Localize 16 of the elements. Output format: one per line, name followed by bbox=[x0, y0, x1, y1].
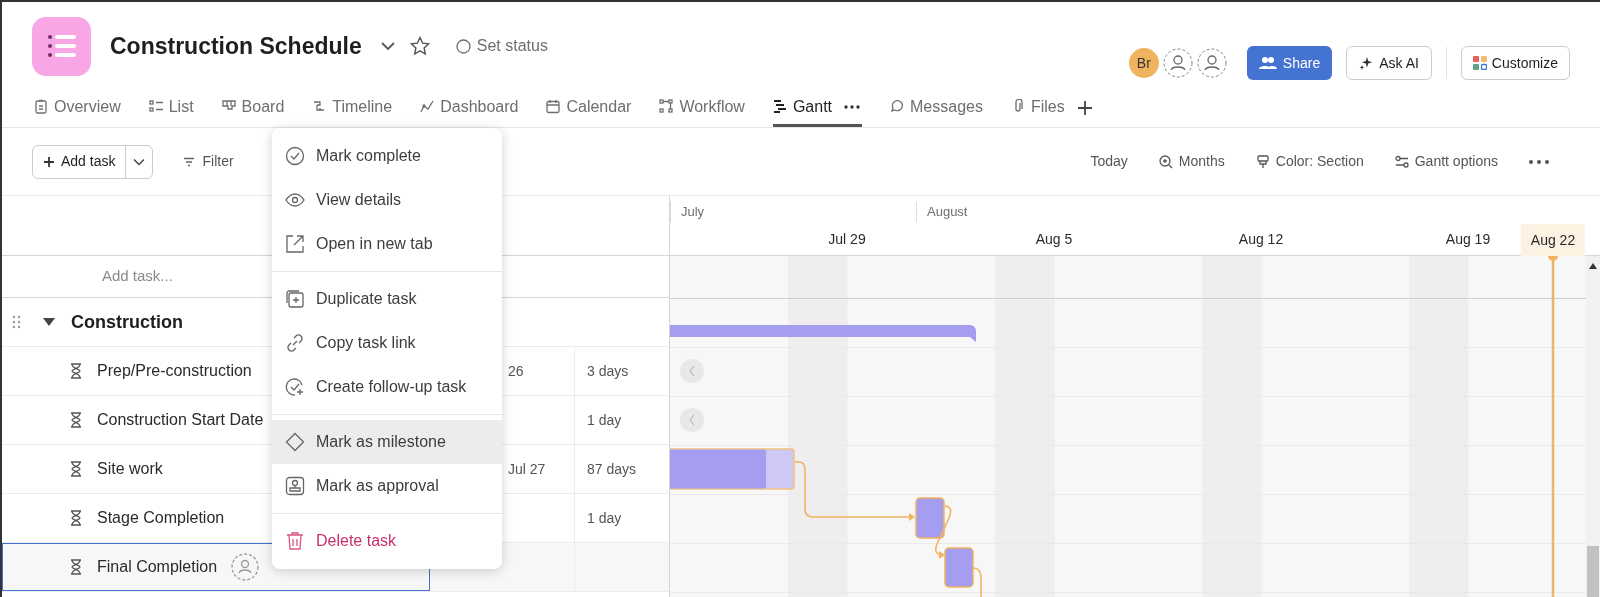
section-title: Construction bbox=[71, 310, 183, 334]
week-label: Jul 29 bbox=[828, 230, 866, 249]
date-cell-text: Jul 27 bbox=[508, 459, 546, 479]
duration-cell-text: 87 days bbox=[587, 459, 637, 479]
week-label: Aug 12 bbox=[1238, 230, 1284, 249]
duration-cell-text: 1 day bbox=[587, 508, 622, 528]
today-label: Aug 22 bbox=[1520, 224, 1586, 256]
week-label: Aug 19 bbox=[1445, 230, 1491, 249]
week-label: Aug 5 bbox=[1035, 230, 1073, 249]
month-label: July bbox=[670, 202, 705, 222]
date-cell-text: 26 bbox=[508, 361, 524, 381]
project-title: Construction Schedule bbox=[110, 31, 362, 61]
duration-cell-text: 1 day bbox=[587, 410, 622, 430]
month-label: August bbox=[916, 202, 968, 222]
duration-cell-text: 3 days bbox=[587, 361, 629, 381]
add-task-label: Add task bbox=[61, 152, 116, 171]
